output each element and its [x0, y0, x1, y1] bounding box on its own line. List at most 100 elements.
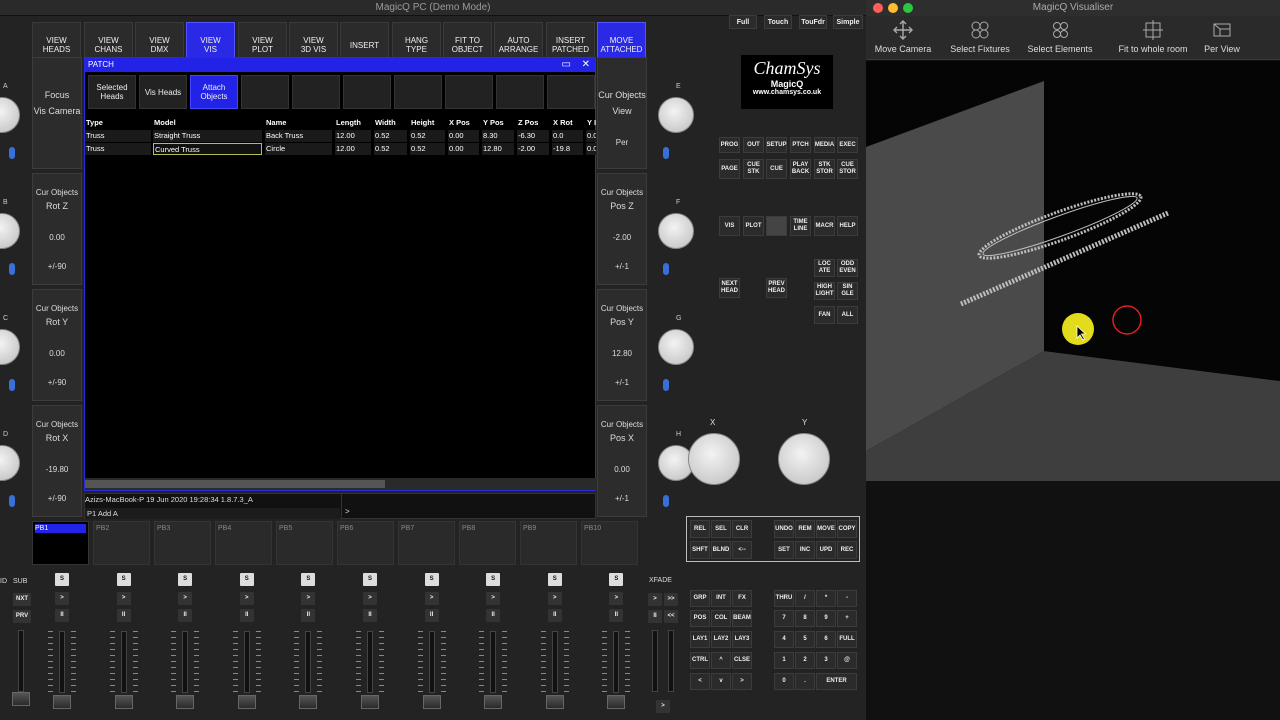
fader-track[interactable] [428, 631, 435, 693]
left-encoder-knob-0[interactable] [0, 97, 20, 133]
key-out-key[interactable]: OUT [743, 137, 764, 153]
fader-go-button[interactable]: > [486, 592, 501, 605]
fader-s-button[interactable]: S [424, 573, 439, 586]
fader-s-button[interactable]: S [178, 573, 193, 586]
num-key-9[interactable]: 9 [816, 610, 836, 627]
fader-pause-button[interactable]: II [609, 609, 624, 622]
fader-s-button[interactable]: S [486, 573, 501, 586]
table-row[interactable]: Truss Straight Truss Back Truss 12.00 0.52 0.… [85, 130, 597, 142]
table-cell[interactable]: 0.52 [374, 130, 407, 142]
fader-pause-button[interactable]: II [301, 609, 316, 622]
table-cell[interactable]: 0.0 [552, 130, 583, 142]
key-macr-key[interactable]: MACR [814, 216, 835, 236]
sub-fader-track[interactable] [18, 630, 24, 692]
key-prev-head-key[interactable]: PREV HEAD [766, 278, 787, 298]
right-encoder-3[interactable]: Cur Objects Pos X 0.00 +/-1 [597, 405, 647, 517]
playback-pb2-button[interactable]: PB2 [93, 521, 150, 565]
fader-go-button[interactable]: > [55, 592, 69, 605]
fader-go-button[interactable]: > [116, 592, 131, 605]
num-key-8[interactable]: 8 [795, 610, 815, 627]
key-exec-key[interactable]: EXEC [837, 137, 858, 153]
patch-attach-objects-button[interactable]: Attach Objects [190, 75, 238, 109]
key-cue-stk-key[interactable]: CUE STK [743, 159, 764, 179]
x-wheel-knob[interactable] [688, 433, 740, 485]
fader-go-button[interactable]: > [178, 592, 193, 605]
horizontal-scrollbar[interactable] [85, 478, 597, 490]
key-blank-attr[interactable]: < [690, 673, 710, 690]
fader-go-button[interactable]: > [301, 592, 316, 605]
num-key-1[interactable]: 1 [774, 652, 794, 669]
key-col-attr[interactable]: COL [711, 610, 731, 627]
fader-track[interactable] [305, 631, 312, 693]
fader-cap[interactable] [53, 695, 71, 709]
fader-pause-button[interactable]: II [178, 609, 193, 622]
fader-go-button[interactable]: > [363, 592, 377, 605]
fader-s-button[interactable]: S [609, 573, 624, 586]
fader-pause-button[interactable]: II [116, 609, 131, 622]
table-cell[interactable]: 0.0 [586, 130, 596, 142]
fader-track[interactable] [182, 631, 189, 693]
fader-cap[interactable] [545, 695, 564, 709]
fader-s-button[interactable]: S [301, 573, 316, 586]
key-blank-attr[interactable]: ^ [711, 652, 731, 669]
fader-pause-button[interactable]: II [239, 609, 254, 622]
command-line[interactable]: P1 Add A [85, 508, 340, 519]
key-help-key[interactable]: HELP [837, 216, 858, 236]
key-grp-attr[interactable]: GRP [690, 590, 710, 607]
key-high-light-key[interactable]: HIGH LIGHT [814, 282, 835, 300]
patch-blank-button[interactable] [547, 75, 595, 109]
table-cell[interactable]: Circle [265, 143, 332, 155]
table-cell[interactable]: -19.8 [552, 143, 583, 155]
view-mode-toufdr-button[interactable]: TouFdr [799, 15, 827, 29]
key-prog-key[interactable]: PROG [719, 137, 740, 153]
num-key-4[interactable]: 4 [774, 631, 794, 648]
patch-selected-heads-button[interactable]: Selected Heads [88, 75, 136, 109]
num-key-blank[interactable]: * [816, 590, 836, 607]
table-cell[interactable]: -2.00 [517, 143, 549, 155]
left-encoder-0[interactable]: Focus Vis Camera [32, 57, 82, 169]
table-cell[interactable]: 0.00 [448, 143, 479, 155]
key-stk-stor-key[interactable]: STK STOR [814, 159, 835, 179]
table-row[interactable]: Truss Curved Truss Circle 12.00 0.52 0.52 0.00… [85, 143, 597, 155]
patch-blank-button[interactable] [343, 75, 391, 109]
fader-track[interactable] [243, 631, 250, 693]
table-cell[interactable]: Straight Truss [153, 130, 262, 142]
xfade-back-button[interactable]: << [664, 610, 678, 623]
right-encoder-knob-2[interactable] [658, 329, 694, 365]
key-loc-ate-key[interactable]: LOC ATE [814, 259, 835, 277]
key-setup-key[interactable]: SETUP [766, 137, 787, 153]
key-blank-key[interactable] [766, 216, 787, 236]
table-cell[interactable]: 0.0 [586, 143, 596, 155]
playback-pb5-button[interactable]: PB5 [276, 521, 333, 565]
num-key-blank[interactable]: + [837, 610, 857, 627]
fader-cap[interactable] [361, 695, 379, 709]
table-cell[interactable]: 12.80 [482, 143, 514, 155]
table-cell[interactable]: 0.52 [410, 143, 445, 155]
patch-blank-button[interactable] [496, 75, 544, 109]
per-view-tool[interactable]: Per View [1200, 18, 1244, 60]
fader-pause-button[interactable]: II [424, 609, 439, 622]
fader-pause-button[interactable]: II [486, 609, 501, 622]
key-lay3-attr[interactable]: LAY3 [732, 631, 752, 648]
minimize-light-icon[interactable] [888, 3, 898, 13]
key-lay1-attr[interactable]: LAY1 [690, 631, 710, 648]
fader-cap[interactable] [607, 695, 626, 709]
fader-go-button[interactable]: > [424, 592, 439, 605]
key-beam-attr[interactable]: BEAM [732, 610, 752, 627]
y-wheel-knob[interactable] [778, 433, 830, 485]
left-encoder-knob-3[interactable] [0, 445, 20, 481]
playback-pb3-button[interactable]: PB3 [154, 521, 211, 565]
right-encoder-1[interactable]: Cur Objects Pos Z -2.00 +/-1 [597, 173, 647, 285]
xfade-fast-button[interactable]: >> [664, 593, 678, 606]
num-key-blank[interactable]: - [837, 590, 857, 607]
key-plot-key[interactable]: PLOT [743, 216, 764, 236]
patch-vis-heads-button[interactable]: Vis Heads [139, 75, 187, 109]
left-encoder-3[interactable]: Cur Objects Rot X -19.80 +/-90 [32, 405, 82, 517]
right-encoder-0[interactable]: Cur Objects View Per [597, 57, 647, 169]
fader-track[interactable] [367, 631, 373, 693]
table-cell[interactable]: Curved Truss [153, 143, 262, 155]
fader-cap[interactable] [299, 695, 318, 709]
num-key-thru[interactable]: THRU [774, 590, 794, 607]
num-key-blank[interactable]: . [795, 673, 815, 690]
fader-cap[interactable] [422, 695, 441, 709]
